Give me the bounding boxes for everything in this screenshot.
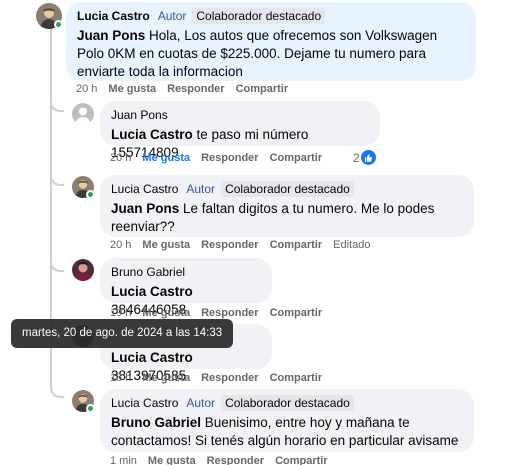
reply-button[interactable]: Responder (207, 454, 264, 465)
like-button[interactable]: Me gusta (142, 238, 190, 252)
top-contributor-badge: Colaborador destacado (192, 8, 326, 24)
like-button[interactable]: Me gusta (142, 306, 190, 320)
timestamp[interactable]: 1 min (110, 454, 137, 465)
mention-link[interactable]: Juan Pons (77, 28, 145, 43)
avatar[interactable] (72, 103, 94, 125)
comment-bubble: Lucia Castro Autor Colaborador destacado… (100, 175, 474, 237)
timestamp[interactable]: 19 h (110, 306, 131, 320)
like-button[interactable]: Me gusta (148, 454, 196, 465)
share-button[interactable]: Compartir (270, 306, 323, 320)
share-button[interactable]: Compartir (270, 151, 323, 165)
share-button[interactable]: Compartir (270, 238, 323, 252)
author-role: Autor (186, 396, 216, 410)
comment-author[interactable]: Lucia Castro (111, 395, 178, 411)
share-button[interactable]: Compartir (275, 454, 328, 465)
comment-text: Juan Pons Hola, Los autos que ofrecemos … (77, 28, 438, 79)
online-dot (86, 190, 95, 199)
comment-author[interactable]: Bruno Gabriel (111, 264, 185, 280)
mention-link[interactable]: Lucia Castro (111, 127, 193, 142)
thread-connector (50, 384, 64, 398)
reply-button[interactable]: Responder (201, 371, 258, 385)
top-contributor-badge: Colaborador destacado (221, 395, 354, 411)
thread-connector (50, 258, 64, 272)
comment-author[interactable]: Juan Pons (111, 107, 168, 123)
like-button[interactable]: Me gusta (142, 151, 190, 165)
timestamp[interactable]: 20 h (76, 82, 97, 96)
comment-actions: 1 min Me gusta Responder Compartir (110, 454, 328, 465)
avatar[interactable] (72, 259, 94, 281)
mention-link[interactable]: Lucia Castro (111, 350, 193, 365)
comment-author[interactable]: Lucia Castro (111, 181, 178, 197)
timestamp[interactable]: 20 h (110, 151, 131, 165)
online-dot (86, 404, 95, 413)
comment-text: Bruno Gabriel Buenisimo, entre hoy y mañ… (111, 415, 459, 448)
timestamp[interactable]: 20 h (110, 238, 131, 252)
like-icon (360, 150, 376, 165)
online-dot (54, 20, 63, 29)
mention-link[interactable]: Lucia Castro (111, 284, 193, 299)
timestamp[interactable]: 18 h (110, 371, 131, 385)
reply-button[interactable]: Responder (201, 238, 258, 252)
timestamp-tooltip: martes, 20 de ago. de 2024 a las 14:33 (11, 319, 233, 348)
like-button[interactable]: Me gusta (108, 82, 156, 96)
comment-bubble: Lucia Castro Autor Colaborador destacado… (66, 2, 476, 81)
comment-actions: 19 h Me gusta Responder Compartir (110, 306, 322, 320)
reaction-count: 2 (353, 150, 360, 165)
reply-button[interactable]: Responder (201, 151, 258, 165)
author-role: Autor (157, 9, 187, 23)
share-button[interactable]: Compartir (236, 82, 289, 96)
mention-link[interactable]: Juan Pons (111, 201, 179, 216)
top-contributor-badge: Colaborador destacado (221, 181, 354, 197)
reply-button[interactable]: Responder (167, 82, 224, 96)
comment-actions: 20 h Me gusta Responder Compartir (76, 82, 288, 96)
comment-actions: 20 h Me gusta Responder Compartir Editad… (110, 238, 370, 252)
comment-bubble: Lucia Castro Autor Colaborador destacado… (100, 389, 474, 452)
comment-author[interactable]: Lucia Castro (77, 8, 150, 24)
thread-connector (50, 172, 64, 186)
comment-actions: 18 h Me gusta Responder Compartir (110, 371, 322, 385)
reply-button[interactable]: Responder (201, 306, 258, 320)
comment-actions: 20 h Me gusta Responder Compartir (110, 151, 322, 165)
edited-label: Editado (333, 239, 371, 251)
comment-bubble: Juan Pons Lucia Castro te paso mi número… (100, 101, 380, 160)
thread-connector (50, 98, 64, 112)
like-button[interactable]: Me gusta (142, 371, 190, 385)
comment-bubble: Bruno Gabriel Lucia Castro 3846446058 (100, 258, 272, 317)
author-role: Autor (186, 182, 216, 196)
reaction-summary[interactable]: 2 (353, 150, 376, 165)
share-button[interactable]: Compartir (270, 371, 323, 385)
comment-text: Juan Pons Le faltan digitos a tu numero.… (111, 201, 435, 234)
mention-link[interactable]: Bruno Gabriel (111, 415, 201, 430)
